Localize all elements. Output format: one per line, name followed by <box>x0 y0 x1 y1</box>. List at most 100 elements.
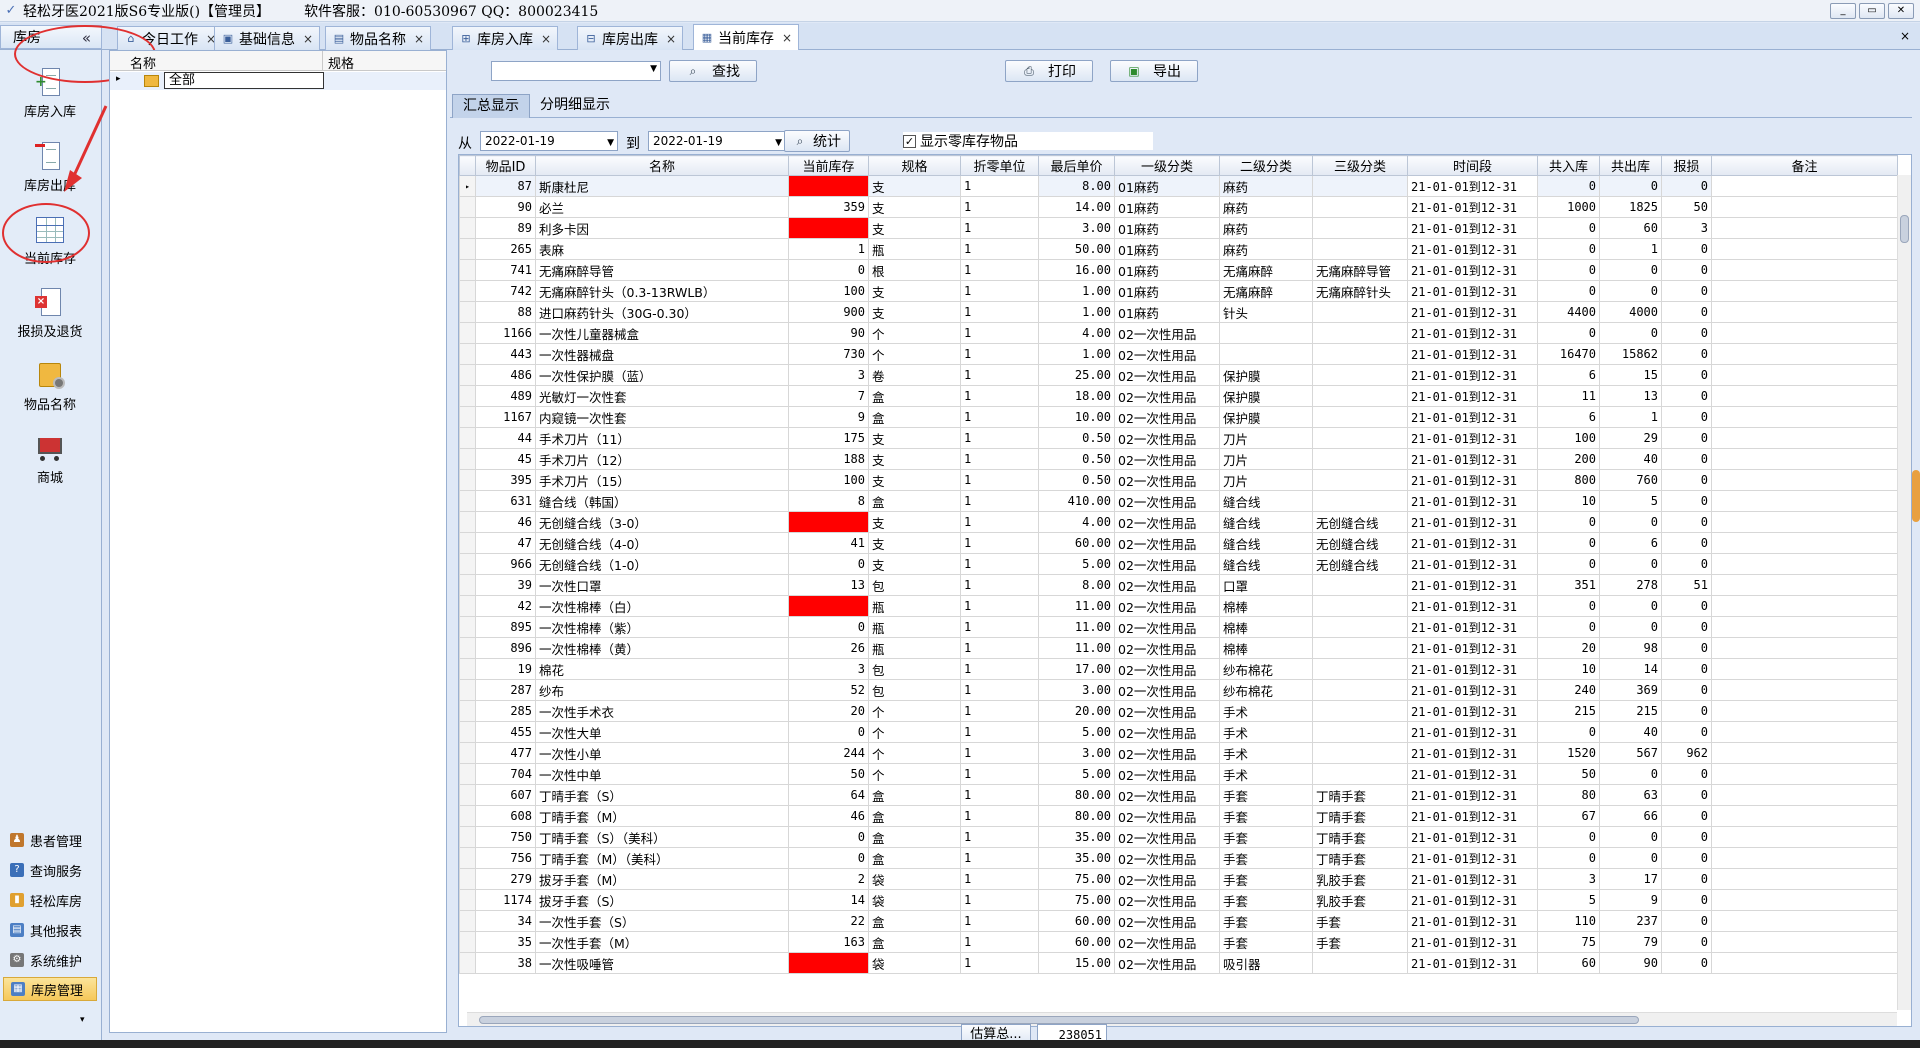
close-icon[interactable]: × <box>303 32 313 46</box>
tab-summary-view[interactable]: 汇总显示 <box>452 94 530 118</box>
column-header[interactable]: 当前库存 <box>788 155 869 176</box>
tab-basic-info[interactable]: ▣ 基础信息 × <box>214 26 321 50</box>
category-select[interactable]: ▼ <box>491 61 661 81</box>
column-header[interactable]: 共出库 <box>1599 155 1662 176</box>
table-row[interactable]: 631 缝合线（韩国） 8 盒 1 410.00 02一次性用品 缝合线 21-01-01到12… <box>459 490 1898 512</box>
table-row[interactable]: 607 丁晴手套（S） 64 盒 1 80.00 02一次性用品 手套 丁晴手套 21-01-01… <box>459 784 1898 806</box>
table-row[interactable]: 966 无创缝合线（1-0） 0 支 1 5.00 02一次性用品 缝合线 无创缝合线 21-01… <box>459 553 1898 575</box>
tab-stock-in[interactable]: ⊞ 库房入库 × <box>452 26 559 50</box>
scroll-thumb[interactable] <box>1900 215 1909 243</box>
print-button[interactable]: ⎙ 打印 <box>1005 60 1093 82</box>
minimize-button[interactable]: _ <box>1830 3 1856 19</box>
export-button[interactable]: ▣ 导出 <box>1110 60 1198 82</box>
column-header[interactable]: 二级分类 <box>1219 155 1313 176</box>
collapse-sidebar-button[interactable]: « <box>82 29 91 47</box>
tab-item-names[interactable]: ▤ 物品名称 × <box>325 26 432 50</box>
show-zero-stock-checkbox[interactable]: ✓ 显示零库存物品 <box>903 132 1153 150</box>
table-row[interactable]: 443 一次性器械盘 730 个 1 1.00 02一次性用品 21-01-01到12-31 1… <box>459 343 1898 365</box>
close-icon[interactable]: × <box>414 32 424 46</box>
column-header[interactable]: 报损 <box>1661 155 1712 176</box>
table-row[interactable]: 742 无痛麻醉针头（0.3-13RWLB） 100 支 1 1.00 01麻药 无痛麻醉 无痛… <box>459 280 1898 302</box>
chevron-down-icon[interactable]: ▾ <box>80 1015 85 1025</box>
chevron-down-icon[interactable]: ▼ <box>650 64 657 74</box>
table-row[interactable]: 44 手术刀片（11） 175 支 1 0.50 02一次性用品 刀片 21-01-01到12-… <box>459 427 1898 449</box>
table-row[interactable]: 89 利多卡因 0 支 1 3.00 01麻药 麻药 21-01-01到12-31 0 60 3 <box>459 217 1898 239</box>
close-icon[interactable]: × <box>666 32 676 46</box>
table-row[interactable]: 88 进口麻药针头（30G-0.30） 900 支 1 1.00 01麻药 针头 21-01-0… <box>459 301 1898 323</box>
vertical-scrollbar[interactable] <box>1897 175 1911 1010</box>
table-row[interactable]: 46 无创缝合线（3-0） 0 支 1 4.00 02一次性用品 缝合线 无创缝合线 21-01-… <box>459 511 1898 533</box>
table-row[interactable]: 1166 一次性儿童器械盒 90 个 1 4.00 02一次性用品 21-01-01到12-3… <box>459 322 1898 344</box>
sidebar-item-other-reports[interactable]: ▤ 其他报表 <box>0 918 100 942</box>
sidebar-item-query-service[interactable]: ? 查询服务 <box>0 858 100 882</box>
column-header[interactable]: 备注 <box>1711 155 1898 176</box>
table-row[interactable]: 1174 拔牙手套（S） 14 袋 1 75.00 02一次性用品 手套 乳胶手套 21-01-0… <box>459 889 1898 911</box>
scroll-thumb[interactable] <box>479 1016 1639 1024</box>
column-header[interactable]: 共入库 <box>1537 155 1600 176</box>
table-row[interactable]: 455 一次性大单 0 个 1 5.00 02一次性用品 手术 21-01-01到12-31 0 4… <box>459 721 1898 743</box>
column-header[interactable]: 一级分类 <box>1114 155 1220 176</box>
table-row[interactable]: 1167 内窥镜一次性套 9 盒 1 10.00 02一次性用品 保护膜 21-01-01到12… <box>459 406 1898 428</box>
table-row[interactable]: 608 丁晴手套（M） 46 盒 1 80.00 02一次性用品 手套 丁晴手套 21-01-01… <box>459 805 1898 827</box>
table-row[interactable]: 741 无痛麻醉导管 0 根 1 16.00 01麻药 无痛麻醉 无痛麻醉导管 21-01-01到… <box>459 259 1898 281</box>
search-button[interactable]: ⌕ 查找 <box>669 60 757 82</box>
table-row[interactable]: 90 必兰 359 支 1 14.00 01麻药 麻药 21-01-01到12-31 1000 18… <box>459 196 1898 218</box>
table-row[interactable]: ▸ 87 斯康杜尼 0 支 1 8.00 01麻药 麻药 21-01-01到12-31 0 0 0 <box>459 175 1898 197</box>
sidebar-item-warehouse-management[interactable]: ▦ 库房管理 <box>3 977 97 1001</box>
checkbox-icon[interactable]: ✓ <box>903 134 916 148</box>
sidebar-item-mall[interactable]: 商城 <box>0 434 100 486</box>
table-row[interactable]: 704 一次性中单 50 个 1 5.00 02一次性用品 手术 21-01-01到12-31 5… <box>459 763 1898 785</box>
table-row[interactable]: 45 手术刀片（12） 188 支 1 0.50 02一次性用品 刀片 21-01-01到12-… <box>459 448 1898 470</box>
close-all-tabs-icon[interactable]: × <box>1900 29 1910 43</box>
column-header[interactable]: 三级分类 <box>1312 155 1408 176</box>
table-row[interactable]: 38 一次性吸唾管 0 袋 1 15.00 02一次性用品 吸引器 21-01-01到12-31… <box>459 952 1898 974</box>
table-row[interactable]: 34 一次性手套（S） 22 盒 1 60.00 02一次性用品 手套 手套 21-01-01到1… <box>459 910 1898 932</box>
table-row[interactable]: 19 棉花 3 包 1 17.00 02一次性用品 纱布棉花 21-01-01到12-31 10 1… <box>459 658 1898 680</box>
tab-today-work[interactable]: ⌂ 今日工作 × <box>117 26 224 50</box>
table-row[interactable]: 489 光敏灯一次性套 7 盒 1 18.00 02一次性用品 保护膜 21-01-01到12-… <box>459 385 1898 407</box>
table-row[interactable]: 265 表麻 1 瓶 1 50.00 01麻药 麻药 21-01-01到12-31 0 1 0 <box>459 238 1898 260</box>
tab-stock-out[interactable]: ⊟ 库房出库 × <box>577 26 684 50</box>
side-scroll-handle[interactable] <box>1912 470 1920 522</box>
table-row[interactable]: 47 无创缝合线（4-0） 41 支 1 60.00 02一次性用品 缝合线 无创缝合线 21-0… <box>459 532 1898 554</box>
column-header[interactable]: 规格 <box>868 155 961 176</box>
column-header[interactable]: 物品ID <box>475 155 536 176</box>
restore-button[interactable]: ▭ <box>1859 3 1885 19</box>
sidebar-item-easy-warehouse[interactable]: ▮ 轻松库房 <box>0 888 100 912</box>
tree-node-label[interactable]: 全部 <box>164 72 324 89</box>
tab-current-inventory[interactable]: ▦ 当前库存 × <box>693 24 800 51</box>
sidebar-item-patient-management[interactable]: ♟ 患者管理 <box>0 828 100 852</box>
sidebar-item-damage-return[interactable]: × 报损及退货 <box>0 288 100 340</box>
table-row[interactable]: 35 一次性手套（M） 163 盒 1 60.00 02一次性用品 手套 手套 21-01-01到… <box>459 931 1898 953</box>
table-row[interactable]: 39 一次性口罩 13 包 1 8.00 02一次性用品 口罩 21-01-01到12-31 35… <box>459 574 1898 596</box>
close-icon[interactable]: × <box>782 31 792 45</box>
tree-node-all[interactable]: ▸ 全部 <box>110 72 446 90</box>
table-row[interactable]: 477 一次性小单 244 个 1 3.00 02一次性用品 手术 21-01-01到12-31… <box>459 742 1898 764</box>
column-header[interactable]: 最后单价 <box>1038 155 1115 176</box>
horizontal-scrollbar[interactable] <box>467 1012 1897 1026</box>
table-row[interactable]: 896 一次性棉棒（黄） 26 瓶 1 11.00 02一次性用品 棉棒 21-01-01到12… <box>459 637 1898 659</box>
table-row[interactable]: 42 一次性棉棒（白） 0 瓶 1 11.00 02一次性用品 棉棒 21-01-01到12-3… <box>459 595 1898 617</box>
column-header[interactable]: 时间段 <box>1407 155 1538 176</box>
column-header[interactable]: 名称 <box>535 155 789 176</box>
close-window-button[interactable]: ✕ <box>1888 3 1914 19</box>
to-date-picker[interactable]: 2022-01-19 ▼ <box>648 131 786 151</box>
table-row[interactable]: 756 丁晴手套（M）（美科） 0 盒 1 35.00 02一次性用品 手套 丁晴手套 21-01… <box>459 847 1898 869</box>
chevron-down-icon[interactable]: ▼ <box>607 134 614 152</box>
statistics-button[interactable]: ⌕ 统计 <box>784 130 850 152</box>
table-row[interactable]: 395 手术刀片（15） 100 支 1 0.50 02一次性用品 刀片 21-01-01到12… <box>459 469 1898 491</box>
from-date-picker[interactable]: 2022-01-19 ▼ <box>480 131 618 151</box>
table-row[interactable]: 287 纱布 52 包 1 3.00 02一次性用品 纱布棉花 21-01-01到12-31 24… <box>459 679 1898 701</box>
sidebar-item-item-names[interactable]: 物品名称 <box>0 361 100 413</box>
close-icon[interactable]: × <box>541 32 551 46</box>
tab-detail-view[interactable]: 分明细显示 <box>530 94 620 118</box>
table-row[interactable]: 285 一次性手术衣 20 个 1 20.00 02一次性用品 手术 21-01-01到12-3… <box>459 700 1898 722</box>
column-header[interactable]: 折零单位 <box>960 155 1039 176</box>
chevron-down-icon[interactable]: ▼ <box>775 134 782 152</box>
sidebar-item-current-inventory[interactable]: 当前库存 <box>0 215 100 267</box>
table-row[interactable]: 486 一次性保护膜（蓝） 3 卷 1 25.00 02一次性用品 保护膜 21-01-01到1… <box>459 364 1898 386</box>
sidebar-item-system-maintenance[interactable]: ⚙ 系统维护 <box>0 948 100 972</box>
table-row[interactable]: 895 一次性棉棒（紫） 0 瓶 1 11.00 02一次性用品 棉棒 21-01-01到12-… <box>459 616 1898 638</box>
table-row[interactable]: 279 拔牙手套（M） 2 袋 1 75.00 02一次性用品 手套 乳胶手套 21-01-01到… <box>459 868 1898 890</box>
table-row[interactable]: 750 丁晴手套（S）（美科） 0 盒 1 35.00 02一次性用品 手套 丁晴手套 21-01… <box>459 826 1898 848</box>
